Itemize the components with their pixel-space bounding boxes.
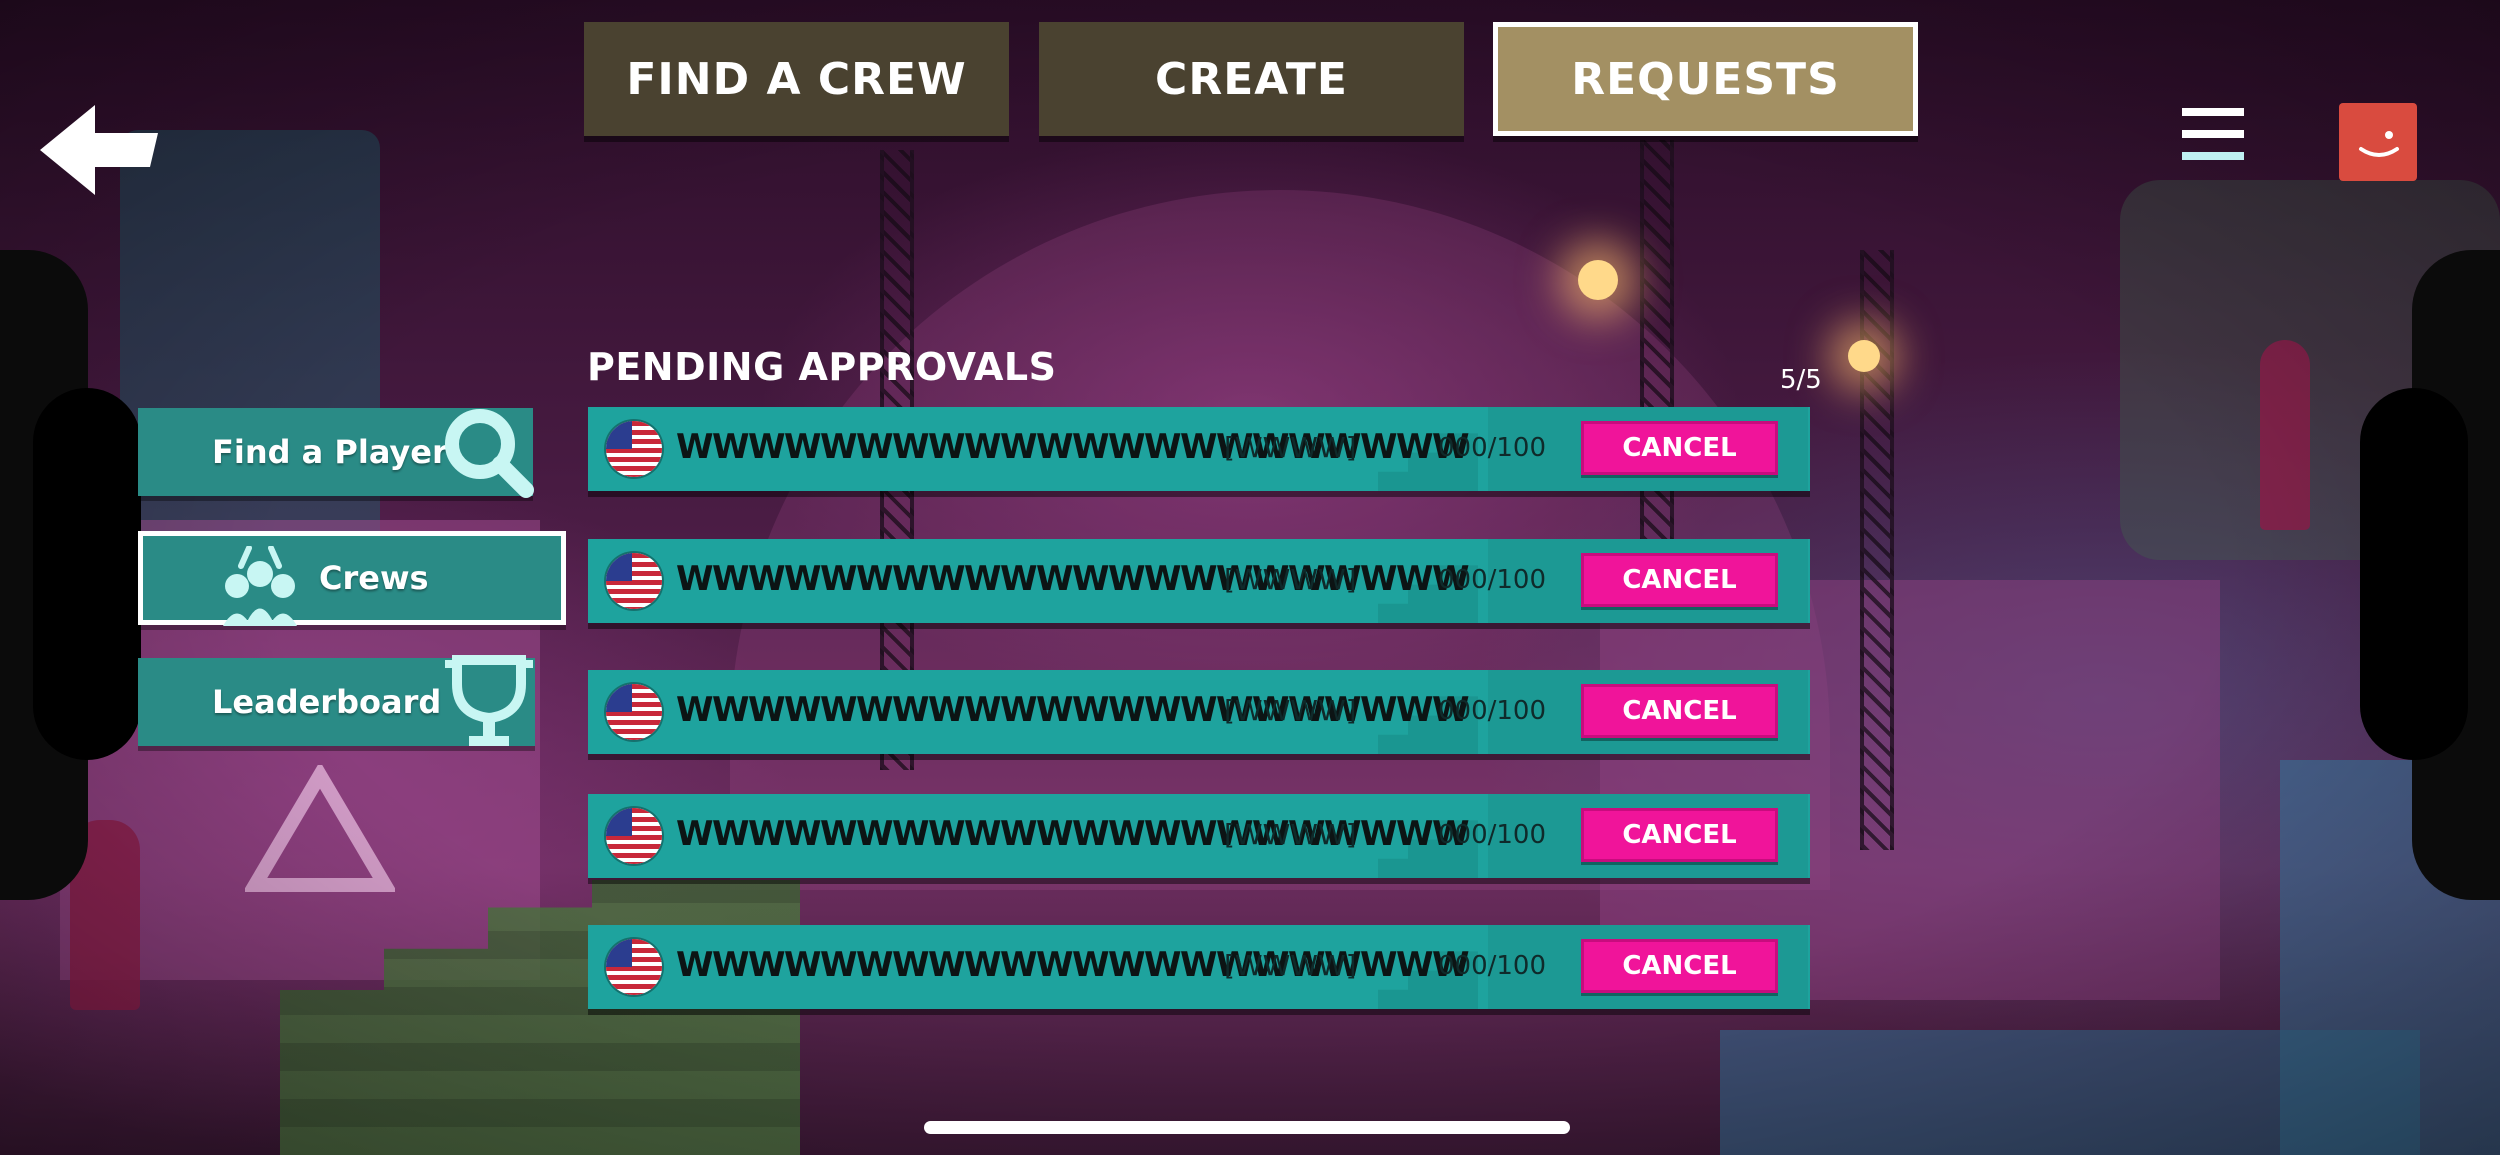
us-flag-icon — [606, 553, 662, 609]
sidebar-item-crews[interactable]: Crews — [138, 531, 566, 626]
tab-find-a-crew[interactable]: FIND A CREW — [584, 22, 1009, 136]
crew-group-icon — [223, 546, 297, 626]
search-icon — [445, 409, 534, 498]
trophy-icon — [445, 655, 533, 746]
us-flag-icon — [606, 939, 662, 995]
cancel-button[interactable]: CANCEL — [1581, 684, 1778, 738]
smile-face-icon — [2359, 131, 2399, 157]
sidebar-item-leaderboard[interactable]: Leaderboard — [138, 655, 535, 746]
pending-request-row: WWWWWWWWWWWWWWWWWWWWWW [WWWW] 000/100 CA… — [588, 925, 1810, 1009]
pending-approvals-title: PENDING APPROVALS — [587, 345, 1057, 389]
cancel-button[interactable]: CANCEL — [1581, 553, 1778, 607]
sidebar-item-label: Leaderboard — [212, 683, 442, 721]
profile-avatar-icon[interactable] — [2339, 103, 2417, 181]
cancel-button[interactable]: CANCEL — [1581, 939, 1778, 993]
member-count: 000/100 — [1438, 696, 1547, 726]
left-side-pill — [33, 388, 141, 760]
pending-request-row: WWWWWWWWWWWWWWWWWWWWWW [WWWW] 000/100 CA… — [588, 539, 1810, 623]
tab-requests[interactable]: REQUESTS — [1493, 22, 1918, 136]
cancel-button[interactable]: CANCEL — [1581, 808, 1778, 862]
crew-tag: [WWWW] — [1224, 694, 1357, 727]
us-flag-icon — [606, 684, 662, 740]
pending-request-row: WWWWWWWWWWWWWWWWWWWWWW [WWWW] 000/100 CA… — [588, 407, 1810, 491]
stage-light-icon — [1848, 340, 1880, 372]
member-count: 000/100 — [1438, 565, 1547, 595]
home-indicator[interactable] — [924, 1121, 1570, 1134]
crew-tag: [WWWW] — [1224, 818, 1357, 851]
sidebar-item-find-a-player[interactable]: Find a Player — [138, 408, 534, 498]
us-flag-icon — [606, 808, 662, 864]
triangle-symbol-icon — [245, 765, 395, 892]
guard-figure — [2260, 340, 2310, 530]
crew-tag: [WWWW] — [1224, 949, 1357, 982]
pending-count: 5/5 — [1780, 365, 1822, 395]
sidebar-item-label: Crews — [319, 559, 429, 597]
sidebar-item-label: Find a Player — [212, 433, 448, 471]
member-count: 000/100 — [1438, 433, 1547, 463]
back-arrow-icon[interactable] — [40, 105, 165, 195]
pending-request-row: WWWWWWWWWWWWWWWWWWWWWW [WWWW] 000/100 CA… — [588, 794, 1810, 878]
right-side-pill — [2360, 388, 2468, 760]
member-count: 000/100 — [1438, 951, 1547, 981]
tab-create[interactable]: CREATE — [1039, 22, 1464, 136]
hamburger-menu-icon[interactable] — [2182, 108, 2244, 164]
member-count: 000/100 — [1438, 820, 1547, 850]
background-blue-ledge — [1720, 1030, 2420, 1155]
stage-light-icon — [1578, 260, 1618, 300]
cancel-button[interactable]: CANCEL — [1581, 421, 1778, 475]
pending-request-row: WWWWWWWWWWWWWWWWWWWWWW [WWWW] 000/100 CA… — [588, 670, 1810, 754]
crew-tag: [WWWW] — [1224, 563, 1357, 596]
us-flag-icon — [606, 421, 662, 477]
crew-tag: [WWWW] — [1224, 431, 1357, 464]
